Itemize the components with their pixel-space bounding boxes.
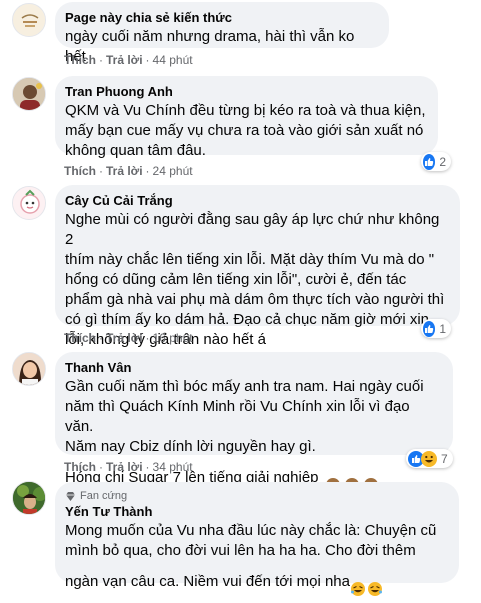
like-link[interactable]: Thích	[64, 164, 96, 178]
avatar[interactable]	[12, 3, 46, 37]
comment-text: Nghe mùi có người đằng sau gây áp lực ch…	[65, 211, 445, 348]
person-avatar-image	[13, 78, 45, 110]
comment-time[interactable]: 16 phút	[153, 331, 193, 345]
reply-link[interactable]: Trả lời	[106, 164, 143, 178]
avatar[interactable]	[12, 77, 46, 111]
commenter-name[interactable]: Yến Tư Thành	[65, 503, 447, 521]
person-avatar-image	[13, 353, 45, 385]
commenter-name[interactable]: Tran Phuong Anh	[65, 83, 426, 101]
comment-text: Mong muốn của Vu nha đầu lúc này chắc là…	[65, 521, 447, 603]
avatar[interactable]	[12, 186, 46, 220]
comment-time[interactable]: 24 phút	[153, 164, 193, 178]
fan-badge[interactable]: Fan cứng	[65, 489, 447, 503]
reaction-summary[interactable]: 1	[421, 319, 451, 338]
like-icon	[423, 320, 436, 337]
like-icon	[423, 153, 436, 170]
reaction-count: 7	[441, 451, 448, 466]
page-logo-avatar-image	[14, 5, 45, 36]
comment-actions: Thích · Trả lời · 24 phút	[64, 164, 193, 178]
comment-text: QKM và Vu Chính đều từng bị kéo ra toà v…	[65, 102, 426, 159]
person-avatar-image	[13, 482, 45, 514]
reaction-summary[interactable]: 2	[421, 152, 451, 171]
comment-bubble: Thanh Vân Gần cuối năm thì bóc mấy anh t…	[55, 352, 453, 492]
reply-link[interactable]: Trả lời	[106, 331, 143, 345]
comment-actions: Thích · Trả lời · 44 phút	[64, 53, 193, 67]
comment-bubble: Page này chia sẻ kiến thức ngày cuối năm…	[55, 2, 389, 65]
comment-time[interactable]: 44 phút	[153, 53, 193, 67]
commenter-name[interactable]: Thanh Vân	[65, 359, 441, 377]
reply-link[interactable]: Trả lời	[106, 460, 143, 474]
fan-badge-label: Fan cứng	[80, 490, 128, 502]
comment-bubble: Cây Củ Cải Trắng Nghe mùi có người đằng …	[55, 185, 460, 348]
cartoon-avatar-image	[13, 187, 45, 219]
comment-time[interactable]: 34 phút	[153, 460, 193, 474]
comment-text: Gần cuối năm thì bóc mấy anh tra nam. Ha…	[65, 377, 441, 499]
avatar[interactable]	[12, 352, 46, 386]
comment-bubble: Tran Phuong Anh QKM và Vu Chính đều từng…	[55, 76, 438, 159]
comment-actions: Thích · Trả lời · 34 phút	[64, 460, 193, 474]
like-link[interactable]: Thích	[64, 460, 96, 474]
reaction-count: 1	[439, 321, 446, 336]
comment-bubble: Fan cứng Yến Tư Thành Mong muốn của Vu n…	[55, 482, 459, 596]
reaction-summary[interactable]: 7	[406, 449, 453, 468]
haha-icon	[421, 450, 437, 467]
reaction-count: 2	[439, 154, 446, 169]
like-link[interactable]: Thích	[64, 53, 96, 67]
commenter-name[interactable]: Page này chia sẻ kiến thức	[65, 9, 377, 27]
reply-link[interactable]: Trả lời	[106, 53, 143, 67]
comment-actions: Thích · Trả lời · 16 phút	[64, 331, 193, 345]
rolling-laughing-icon	[350, 561, 384, 603]
like-link[interactable]: Thích	[64, 331, 96, 345]
avatar[interactable]	[12, 481, 46, 515]
diamond-badge-icon	[66, 491, 75, 501]
commenter-name[interactable]: Cây Củ Cải Trắng	[65, 192, 448, 210]
